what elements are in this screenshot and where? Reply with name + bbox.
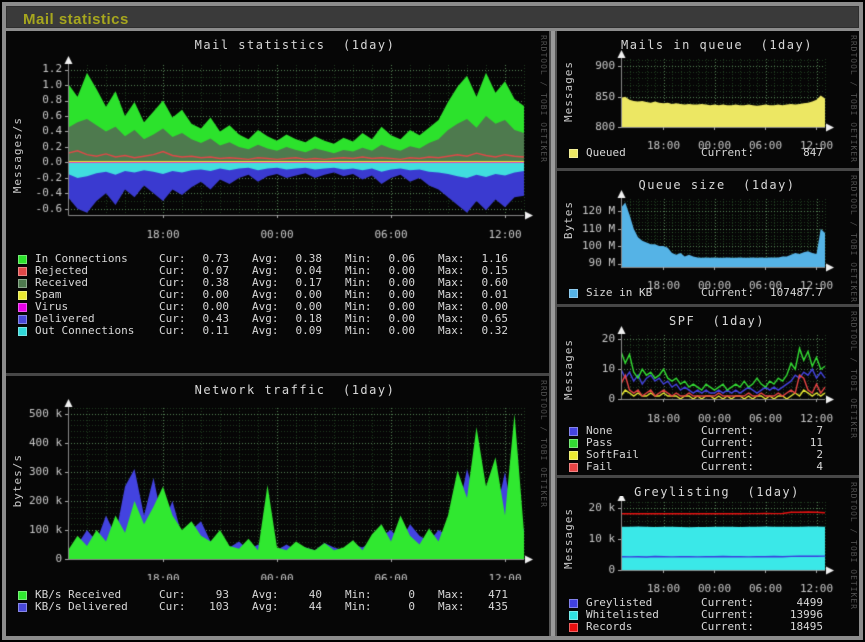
chart-title-mail: Mail statistics (1day) [68, 38, 522, 52]
rrdtool-watermark: RRDTOOL / TOBI OETIKER [849, 311, 858, 439]
legend-label: Fail [586, 461, 701, 473]
qsize-legend: Size in KB Current: 107487.7 [557, 287, 859, 299]
network-traffic-chart [6, 398, 549, 580]
legend-current-value: 18495 [763, 621, 823, 633]
rrdtool-watermark: RRDTOOL / TOBI OETIKER [539, 35, 548, 163]
rrdtool-watermark: RRDTOOL / TOBI OETIKER [849, 175, 858, 303]
dashboard: Mail statistics (1day) Messages/s RRDTOO… [6, 31, 859, 636]
panel-spf: SPF (1day) Messages RRDTOOL / TOBI OETIK… [557, 307, 859, 475]
panel-network-traffic: Network traffic (1day) bytes/s RRDTOOL /… [6, 376, 549, 636]
chart-title-network: Network traffic (1day) [68, 383, 522, 397]
legend-swatch [18, 279, 27, 288]
panel-greylisting: Greylisting (1day) Messages RRDTOOL / TO… [557, 478, 859, 636]
legend-label: Records [586, 621, 701, 633]
spf-chart [557, 325, 859, 425]
legend-swatch [569, 427, 578, 436]
queue-size-chart [557, 189, 859, 291]
window: Mail statistics Mail statistics (1day) M… [0, 0, 865, 642]
legend-swatch [18, 327, 27, 336]
legend-swatch [569, 463, 578, 472]
rrdtool-watermark: RRDTOOL / TOBI OETIKER [849, 482, 858, 610]
legend-row: Fail Current: 4 [557, 461, 859, 473]
queue-legend: Queued Current: 847 [557, 147, 859, 159]
legend-label: Size in KB [586, 287, 701, 299]
legend-swatch [18, 255, 27, 264]
legend-swatch [569, 149, 578, 158]
legend-row: Out Connections Cur:0.11 Avg:0.09 Min:0.… [6, 325, 549, 337]
rrdtool-watermark: RRDTOOL / TOBI OETIKER [539, 380, 548, 508]
legend-row: Queued Current: 847 [557, 147, 859, 159]
mail-legend: In Connections Cur:0.73 Avg:0.38 Min:0.0… [6, 253, 549, 337]
legend-swatch [569, 599, 578, 608]
network-legend: KB/s Received Cur:93 Avg:40 Min:0 Max:47… [6, 589, 549, 613]
panel-mails-in-queue: Mails in queue (1day) Messages RRDTOOL /… [557, 31, 859, 168]
legend-swatch [569, 611, 578, 620]
window-title: Mail statistics [23, 11, 129, 28]
mails-in-queue-chart [557, 49, 859, 151]
legend-label: Out Connections [35, 325, 159, 337]
greylisting-legend: Greylisted Current: 4499 Whitelisted Cur… [557, 597, 859, 633]
legend-swatch [18, 303, 27, 312]
legend-swatch [569, 439, 578, 448]
legend-swatch [569, 451, 578, 460]
legend-label: KB/s Delivered [35, 601, 159, 613]
legend-current-value: 847 [763, 147, 823, 159]
legend-swatch [18, 603, 27, 612]
legend-swatch [18, 315, 27, 324]
legend-swatch [18, 267, 27, 276]
legend-current-value: 11 [763, 437, 823, 449]
legend-current-value: 107487.7 [763, 287, 823, 299]
legend-row: KB/s Delivered Cur:103 Avg:44 Min:0 Max:… [6, 601, 549, 613]
window-titlebar: Mail statistics [6, 6, 859, 28]
legend-row: Records Current: 18495 [557, 621, 859, 633]
legend-current-value: 2 [763, 449, 823, 461]
panel-queue-size: Queue size (1day) Bytes RRDTOOL / TOBI O… [557, 171, 859, 304]
legend-swatch [569, 289, 578, 298]
legend-swatch [569, 623, 578, 632]
spf-legend: None Current: 7 Pass Current: 11 SoftFai… [557, 425, 859, 473]
panel-mail-statistics: Mail statistics (1day) Messages/s RRDTOO… [6, 31, 549, 373]
greylisting-chart [557, 496, 859, 596]
legend-label: Queued [586, 147, 701, 159]
mail-statistics-chart [6, 55, 549, 245]
legend-swatch [18, 291, 27, 300]
legend-current-value: 4 [763, 461, 823, 473]
rrdtool-watermark: RRDTOOL / TOBI OETIKER [849, 35, 858, 163]
legend-swatch [18, 591, 27, 600]
legend-row: Size in KB Current: 107487.7 [557, 287, 859, 299]
column-divider [549, 31, 557, 636]
